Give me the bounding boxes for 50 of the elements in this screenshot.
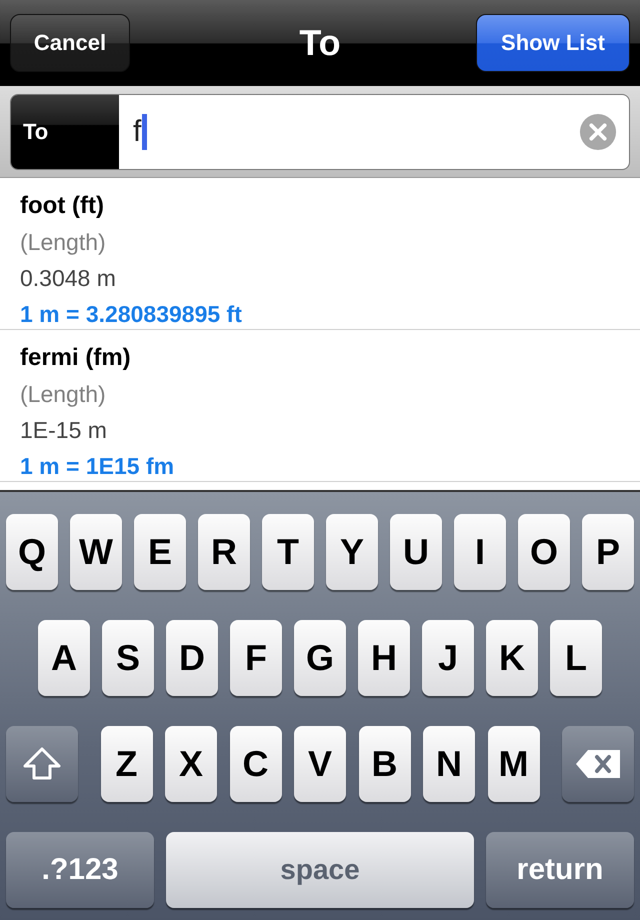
letter-key[interactable]: J	[422, 620, 474, 696]
letter-key[interactable]: N	[423, 726, 475, 802]
letter-key[interactable]: H	[358, 620, 410, 696]
delete-key[interactable]	[562, 726, 634, 802]
letter-key[interactable]: X	[165, 726, 217, 802]
letter-key[interactable]: F	[230, 620, 282, 696]
letter-key[interactable]: B	[358, 726, 410, 802]
letter-key[interactable]: V	[294, 726, 346, 802]
letter-key[interactable]: I	[454, 514, 506, 590]
letter-key[interactable]: R	[198, 514, 250, 590]
letter-key[interactable]: Y	[326, 514, 378, 590]
return-key[interactable]: return	[486, 832, 634, 908]
letter-key[interactable]: A	[38, 620, 90, 696]
letter-key[interactable]: C	[230, 726, 282, 802]
cancel-button[interactable]: Cancel	[10, 14, 130, 72]
letter-key[interactable]: T	[262, 514, 314, 590]
result-row[interactable]: fermi (fm) (Length) 1E-15 m 1 m = 1E15 fm	[0, 330, 640, 482]
letter-key[interactable]: L	[550, 620, 602, 696]
unit-name: fermi (fm)	[20, 343, 132, 373]
letter-key[interactable]: O	[518, 514, 570, 590]
letter-key[interactable]: S	[102, 620, 154, 696]
unit-value: 1E-15 m	[20, 416, 108, 445]
unit-category: (Length)	[20, 228, 107, 257]
result-row[interactable]: foot (ft) (Length) 0.3048 m 1 m = 3.280839895 ft	[0, 178, 640, 330]
letter-key[interactable]: P	[582, 514, 634, 590]
unit-name: foot (ft)	[20, 191, 105, 221]
screen-title: To	[299, 22, 341, 64]
letter-key[interactable]: Z	[100, 726, 152, 802]
show-list-button[interactable]: Show List	[476, 14, 630, 72]
letter-key[interactable]: W	[70, 514, 122, 590]
letter-key[interactable]: K	[486, 620, 538, 696]
backspace-icon	[574, 748, 622, 780]
space-key[interactable]: space	[166, 832, 474, 908]
letter-key[interactable]: Q	[6, 514, 58, 590]
unit-value: 0.3048 m	[20, 264, 117, 293]
letter-key[interactable]: U	[390, 514, 442, 590]
letter-key[interactable]: E	[134, 514, 186, 590]
field-label: To	[11, 95, 119, 169]
letter-key[interactable]: G	[294, 620, 346, 696]
unit-conversion: 1 m = 1E15 fm	[20, 452, 176, 481]
search-field[interactable]: To f	[10, 94, 630, 170]
shift-key[interactable]	[6, 726, 78, 802]
field-value: f	[133, 115, 142, 149]
shift-arrow-icon	[22, 746, 62, 782]
text-cursor	[142, 114, 148, 150]
number-mode-key[interactable]: .?123	[6, 832, 154, 908]
letter-key[interactable]: M	[488, 726, 540, 802]
unit-conversion: 1 m = 3.280839895 ft	[20, 300, 243, 329]
unit-category: (Length)	[20, 380, 107, 409]
letter-key[interactable]: D	[166, 620, 218, 696]
